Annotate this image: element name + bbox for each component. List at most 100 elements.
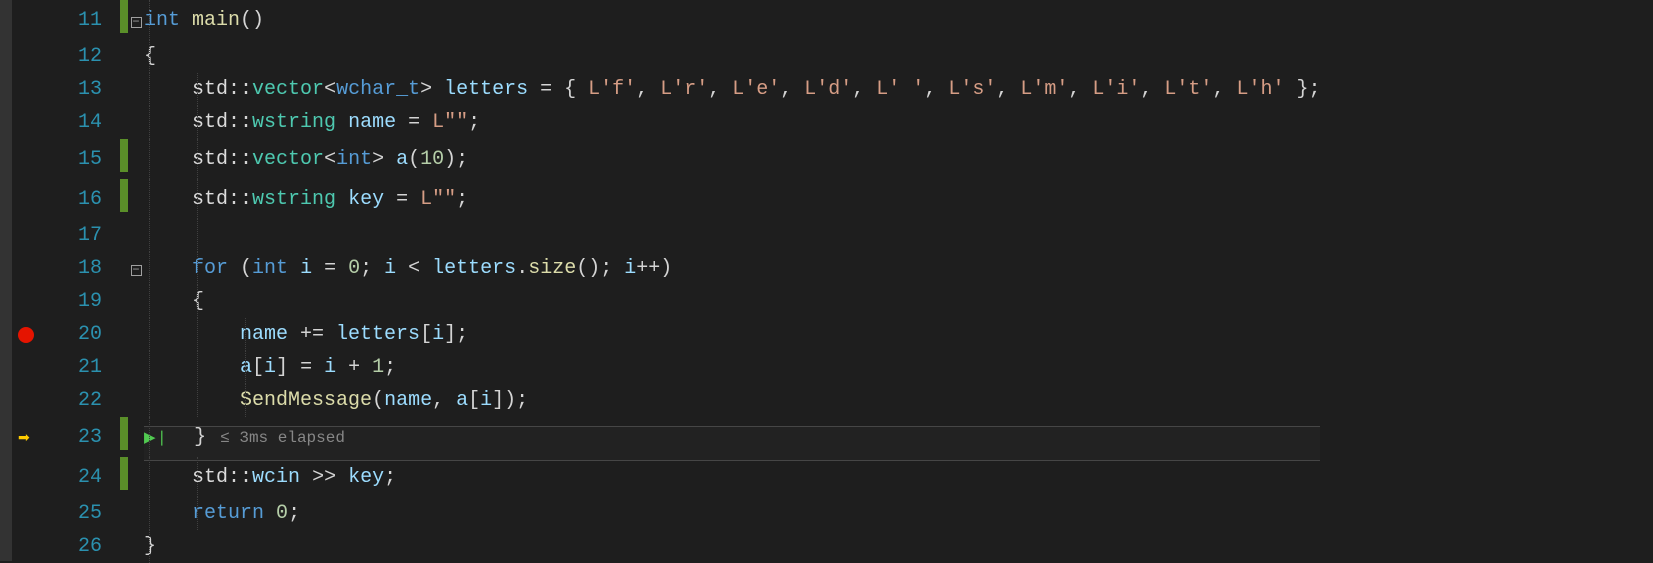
code-text[interactable]: std::wstring key = L""; <box>144 179 1320 219</box>
code-text[interactable]: { <box>144 285 1320 318</box>
code-text[interactable]: std::vector<int> a(10); <box>144 139 1320 179</box>
breakpoint-gutter[interactable] <box>12 318 42 351</box>
breakpoint-gutter[interactable] <box>12 351 42 384</box>
run-to-click-icon[interactable]: ▶❘ <box>144 430 168 447</box>
code-line[interactable]: 26 } <box>12 530 1320 563</box>
fold-gutter <box>128 219 144 252</box>
code-line-current[interactable]: ➡ 23 ▶❘ }≤ 3ms elapsed <box>12 417 1320 457</box>
fold-gutter <box>128 497 144 530</box>
fold-gutter <box>128 457 144 497</box>
line-number: 17 <box>42 219 120 252</box>
code-line[interactable]: 20 name += letters[i]; <box>12 318 1320 351</box>
code-line[interactable]: 24 std::wcin >> key; <box>12 457 1320 497</box>
left-gutter <box>0 0 12 561</box>
line-number: 14 <box>42 106 120 139</box>
code-text[interactable]: std::vector<wchar_t> letters = { L'f', L… <box>144 73 1320 106</box>
code-text[interactable]: { <box>144 40 1320 73</box>
fold-toggle[interactable]: − <box>128 252 144 285</box>
breakpoint-gutter[interactable] <box>12 384 42 417</box>
code-line[interactable]: 21 a[i] = i + 1; <box>12 351 1320 384</box>
fold-gutter <box>128 351 144 384</box>
code-text[interactable]: a[i] = i + 1; <box>144 351 1320 384</box>
breakpoint-gutter[interactable] <box>12 179 42 219</box>
breakpoint-gutter[interactable] <box>12 219 42 252</box>
breakpoint-icon[interactable] <box>18 327 34 343</box>
fold-gutter <box>128 40 144 73</box>
code-line[interactable]: 15 std::vector<int> a(10); <box>12 139 1320 179</box>
code-text[interactable]: std::wstring name = L""; <box>144 106 1320 139</box>
code-line[interactable]: 13 std::vector<wchar_t> letters = { L'f'… <box>12 73 1320 106</box>
line-number: 24 <box>42 457 120 497</box>
code-text[interactable]: } <box>144 530 1320 563</box>
breakpoint-gutter[interactable] <box>12 497 42 530</box>
execution-arrow-icon: ➡ <box>18 431 30 447</box>
line-number: 18 <box>42 252 120 285</box>
change-indicator <box>120 106 128 139</box>
change-indicator <box>120 384 128 417</box>
code-text[interactable]: for (int i = 0; i < letters.size(); i++) <box>144 252 1320 285</box>
code-line[interactable]: 17 <box>12 219 1320 252</box>
fold-gutter <box>128 73 144 106</box>
fold-gutter <box>128 285 144 318</box>
fold-gutter <box>128 384 144 417</box>
fold-gutter <box>128 139 144 179</box>
breakpoint-gutter[interactable] <box>12 457 42 497</box>
code-line[interactable]: 16 std::wstring key = L""; <box>12 179 1320 219</box>
line-number: 19 <box>42 285 120 318</box>
change-indicator <box>120 139 128 179</box>
fold-gutter <box>128 106 144 139</box>
perf-tip[interactable]: ≤ 3ms elapsed <box>220 429 345 447</box>
code-text[interactable]: ▶❘ }≤ 3ms elapsed <box>144 417 1320 457</box>
breakpoint-gutter[interactable] <box>12 0 42 40</box>
code-line[interactable]: 12 { <box>12 40 1320 73</box>
line-number: 13 <box>42 73 120 106</box>
breakpoint-gutter[interactable] <box>12 106 42 139</box>
fold-gutter <box>128 318 144 351</box>
code-text[interactable]: std::wcin >> key; <box>144 457 1320 497</box>
change-indicator <box>120 40 128 73</box>
execution-pointer-gutter[interactable]: ➡ <box>12 417 42 457</box>
breakpoint-gutter[interactable] <box>12 285 42 318</box>
change-indicator <box>120 219 128 252</box>
code-text[interactable]: return 0; <box>144 497 1320 530</box>
fold-gutter <box>128 530 144 563</box>
breakpoint-gutter[interactable] <box>12 73 42 106</box>
code-line[interactable]: 22 SendMessage(name, a[i]); <box>12 384 1320 417</box>
breakpoint-gutter[interactable] <box>12 40 42 73</box>
line-number: 25 <box>42 497 120 530</box>
code-text[interactable] <box>144 219 1320 252</box>
line-number: 22 <box>42 384 120 417</box>
line-number: 26 <box>42 530 120 563</box>
change-indicator <box>120 73 128 106</box>
change-indicator <box>120 318 128 351</box>
change-indicator <box>120 285 128 318</box>
code-line[interactable]: 14 std::wstring name = L""; <box>12 106 1320 139</box>
fold-gutter <box>128 179 144 219</box>
fold-toggle[interactable]: − <box>128 0 144 40</box>
code-line[interactable]: 19 { <box>12 285 1320 318</box>
breakpoint-gutter[interactable] <box>12 139 42 179</box>
line-number: 11 <box>42 0 120 40</box>
line-number: 23 <box>42 417 120 457</box>
change-indicator <box>120 179 128 219</box>
change-indicator <box>120 252 128 285</box>
code-text[interactable]: name += letters[i]; <box>144 318 1320 351</box>
code-text[interactable]: int main() <box>144 0 1320 40</box>
change-indicator <box>120 497 128 530</box>
change-indicator <box>120 351 128 384</box>
code-line[interactable]: 25 return 0; <box>12 497 1320 530</box>
code-line[interactable]: 18 − for (int i = 0; i < letters.size();… <box>12 252 1320 285</box>
change-indicator <box>120 417 128 457</box>
line-number: 15 <box>42 139 120 179</box>
code-editor[interactable]: 11 − int main() 12 { 13 std::vector<wcha… <box>0 0 1653 561</box>
breakpoint-gutter[interactable] <box>12 252 42 285</box>
code-text[interactable]: SendMessage(name, a[i]); <box>144 384 1320 417</box>
change-indicator <box>120 0 128 40</box>
line-number: 12 <box>42 40 120 73</box>
line-number: 21 <box>42 351 120 384</box>
editor-table: 11 − int main() 12 { 13 std::vector<wcha… <box>12 0 1320 563</box>
breakpoint-gutter[interactable] <box>12 530 42 563</box>
line-number: 16 <box>42 179 120 219</box>
fold-gutter <box>128 417 144 457</box>
code-line[interactable]: 11 − int main() <box>12 0 1320 40</box>
